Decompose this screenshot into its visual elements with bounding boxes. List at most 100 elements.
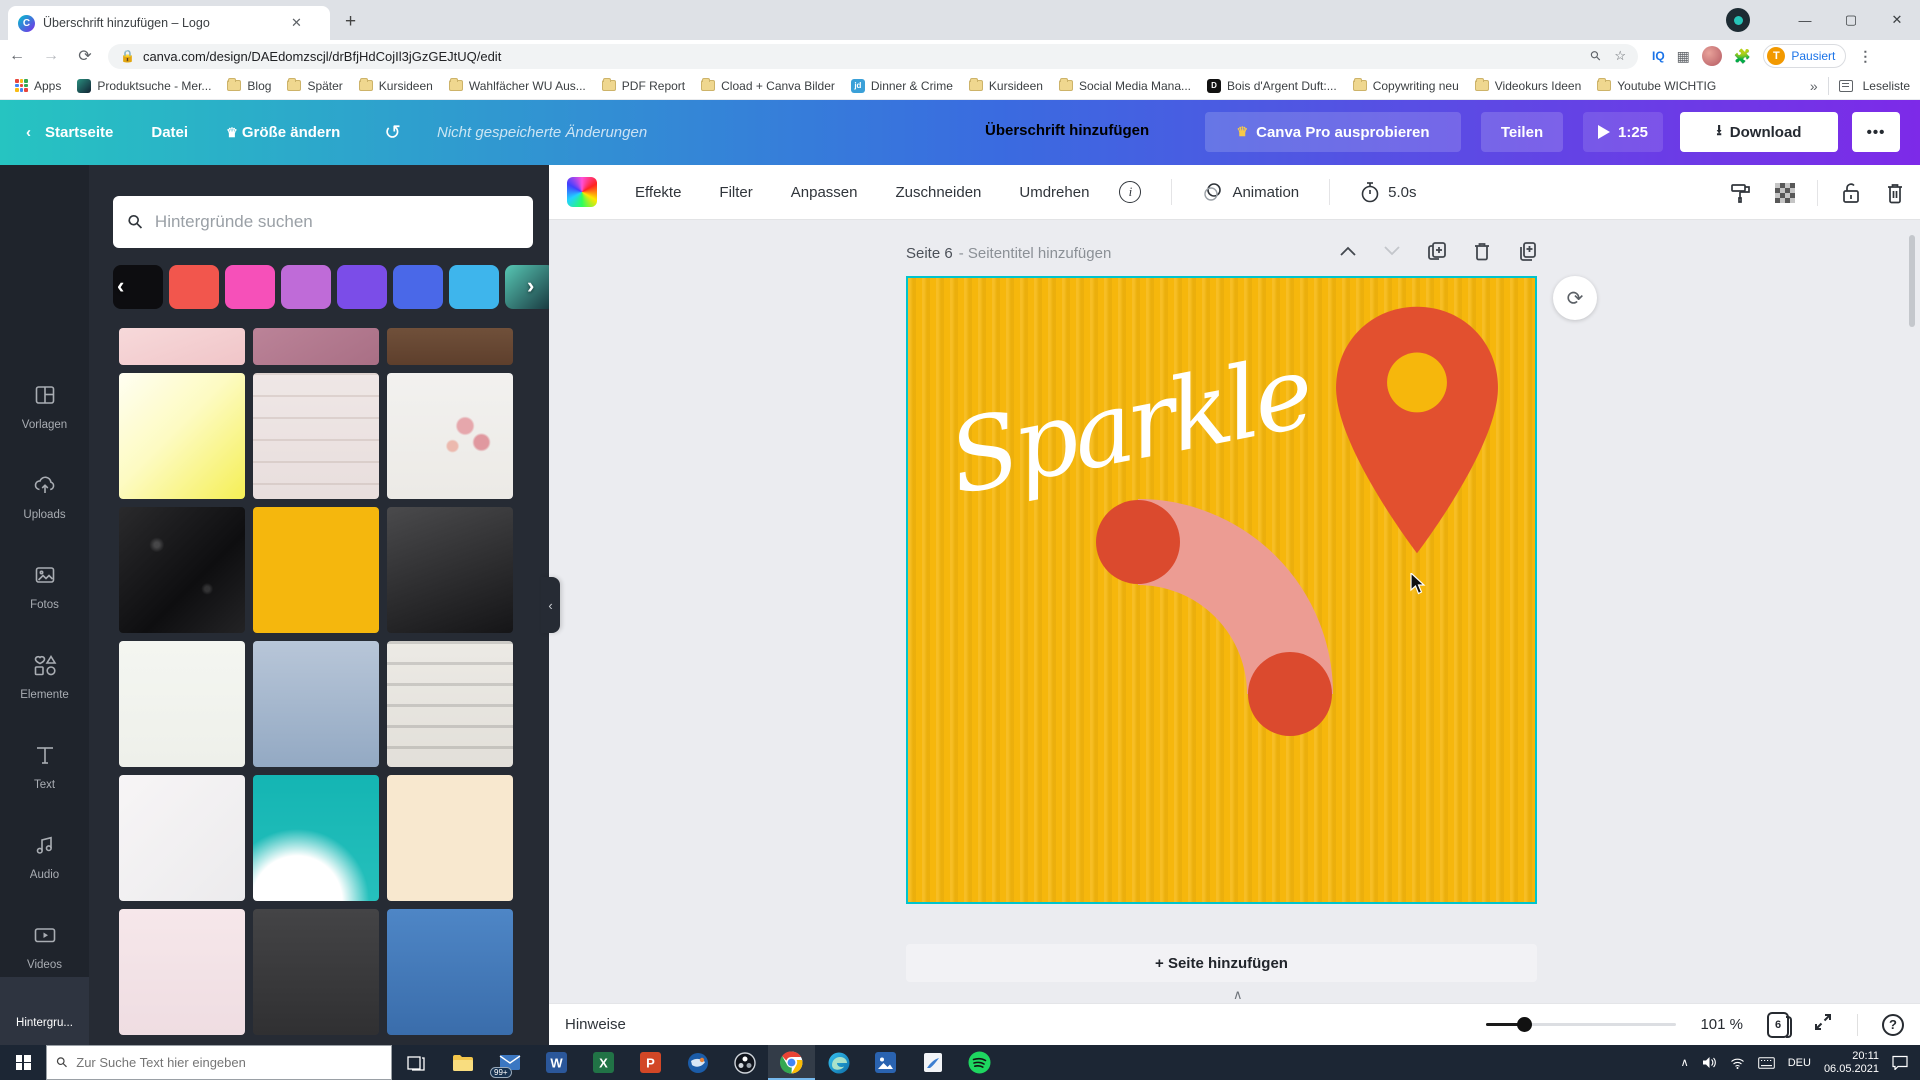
taskbar-clock[interactable]: 20:11 06.05.2021: [1824, 1050, 1879, 1076]
taskbar-app-excel[interactable]: X: [580, 1045, 627, 1080]
panel-collapse-handle[interactable]: ‹: [541, 577, 560, 633]
omnibox[interactable]: 🔒 canva.com/design/DAEdomzscjl/drBfjHdCo…: [108, 43, 1638, 69]
bookmark-item[interactable]: Videokurs Ideen: [1468, 76, 1589, 96]
bookmark-item[interactable]: Apps: [8, 76, 68, 96]
search-box[interactable]: ⚲: [113, 196, 533, 248]
toolbar-umdrehen[interactable]: Umdrehen: [1019, 184, 1089, 201]
back-icon[interactable]: ←: [0, 47, 34, 65]
sidebar-item-audio[interactable]: Audio: [0, 815, 89, 899]
color-swatch[interactable]: [225, 265, 275, 309]
design-canvas-page[interactable]: Sparkle: [906, 276, 1537, 904]
swatch-scroll-right-icon[interactable]: ›: [527, 273, 534, 299]
bg-dark-gradient[interactable]: [387, 507, 513, 633]
window-close-button[interactable]: ✕: [1874, 0, 1920, 40]
help-icon[interactable]: ?: [1882, 1013, 1904, 1036]
page-count-badge[interactable]: 6: [1767, 1011, 1792, 1038]
bookmark-item[interactable]: Social Media Mana...: [1052, 76, 1198, 96]
taskbar-app-chrome[interactable]: [768, 1045, 815, 1080]
taskbar-app-obs[interactable]: [721, 1045, 768, 1080]
move-page-down-icon[interactable]: [1383, 244, 1401, 262]
undo-icon[interactable]: ↺: [384, 120, 401, 145]
lock-icon[interactable]: [1840, 181, 1862, 205]
wifi-icon[interactable]: [1730, 1057, 1745, 1069]
info-button[interactable]: i: [1119, 181, 1142, 203]
trash-icon[interactable]: [1884, 181, 1906, 205]
bookmark-item[interactable]: Youtube WICHTIG: [1590, 76, 1723, 96]
collapse-panel-chevron-icon[interactable]: ∧: [1233, 987, 1243, 1003]
taskbar-app-task-view[interactable]: [392, 1045, 439, 1080]
notification-icon[interactable]: [1892, 1055, 1908, 1070]
grid-extension-icon[interactable]: ▦: [1677, 48, 1690, 65]
taskbar-app-spotify[interactable]: [956, 1045, 1003, 1080]
browser-menu-icon[interactable]: ⋮: [1858, 48, 1872, 65]
bg-pink-winter[interactable]: [119, 909, 245, 1035]
color-swatch[interactable]: [281, 265, 331, 309]
bg-charcoal[interactable]: [253, 909, 379, 1035]
toolbar-effekte[interactable]: Effekte: [635, 184, 681, 201]
recorder-icon[interactable]: [1726, 8, 1750, 32]
reload-icon[interactable]: ⟳: [68, 46, 102, 66]
canva-pro-button[interactable]: ♛ Canva Pro ausprobieren: [1205, 112, 1461, 152]
url-text[interactable]: canva.com/design/DAEdomzscjl/drBfjHdCojI…: [143, 49, 501, 64]
bg-soft-pink[interactable]: [119, 328, 245, 365]
canvas-scrollbar[interactable]: [1909, 235, 1915, 327]
new-tab-button[interactable]: +: [345, 11, 356, 33]
duration-button[interactable]: 5.0s: [1360, 181, 1417, 203]
bg-white-panels[interactable]: [119, 641, 245, 767]
bookmark-item[interactable]: Blog: [220, 76, 278, 96]
share-button[interactable]: Teilen: [1481, 112, 1563, 152]
bg-black-marble[interactable]: [119, 507, 245, 633]
fullscreen-icon[interactable]: [1813, 1012, 1833, 1037]
header-more-button[interactable]: •••: [1852, 112, 1900, 152]
bookmark-star-icon[interactable]: ☆: [1614, 48, 1626, 64]
bg-teal-cloud[interactable]: [253, 775, 379, 901]
page-subtitle[interactable]: - Seitentitel hinzufügen: [959, 245, 1112, 262]
taskbar-search[interactable]: ⚲: [46, 1045, 392, 1080]
page-title[interactable]: Seite 6: [906, 245, 953, 262]
tab-close-icon[interactable]: ✕: [291, 15, 302, 31]
bg-golden-yellow[interactable]: [253, 507, 379, 633]
sidebar-item-text[interactable]: Text: [0, 725, 89, 809]
taskbar-app-photo-viewer[interactable]: [909, 1045, 956, 1080]
background-color-picker[interactable]: [567, 177, 597, 207]
play-button[interactable]: 1:25: [1583, 112, 1663, 152]
zoom-slider-thumb[interactable]: [1517, 1017, 1533, 1032]
color-swatch[interactable]: [337, 265, 387, 309]
bookmark-item[interactable]: Copywriting neu: [1346, 76, 1466, 96]
bg-brown-wood[interactable]: [387, 328, 513, 365]
bookmark-item[interactable]: Kursideen: [352, 76, 440, 96]
zoom-page-icon[interactable]: ⚲: [1587, 47, 1605, 65]
taskbar-app-edge[interactable]: [815, 1045, 862, 1080]
padlock-icon[interactable]: 🔒: [120, 49, 135, 63]
sidebar-item-elemente[interactable]: Elemente: [0, 635, 89, 719]
bookmark-item[interactable]: D Bois d'Argent Duft:...: [1200, 76, 1344, 96]
taskbar-search-input[interactable]: [76, 1055, 357, 1070]
bookmark-item[interactable]: PDF Report: [595, 76, 692, 96]
resize-menu[interactable]: ♛ Größe ändern: [226, 124, 340, 141]
hinweise-label[interactable]: Hinweise: [565, 1016, 626, 1033]
move-page-up-icon[interactable]: [1339, 244, 1357, 262]
color-swatch[interactable]: [169, 265, 219, 309]
pink-arc-shape[interactable]: [1058, 458, 1358, 758]
bookmark-item[interactable]: Kursideen: [962, 76, 1050, 96]
bookmark-item[interactable]: Produktsuche - Mer...: [70, 76, 218, 96]
animation-button[interactable]: Animation: [1202, 181, 1299, 203]
design-title[interactable]: Überschrift hinzufügen: [985, 122, 1149, 139]
zoom-slider[interactable]: [1486, 1017, 1677, 1032]
tray-chevron-icon[interactable]: ∧: [1681, 1056, 1689, 1069]
bg-dried-flowers[interactable]: [253, 373, 379, 499]
bg-yellow-gradient[interactable]: [119, 373, 245, 499]
bg-white-marble[interactable]: [119, 775, 245, 901]
toolbar-anpassen[interactable]: Anpassen: [791, 184, 858, 201]
sync-button[interactable]: ⟳: [1553, 276, 1597, 320]
sidebar-item-uploads[interactable]: Uploads: [0, 455, 89, 539]
window-maximize-button[interactable]: ▢: [1828, 0, 1874, 40]
taskbar-app-thunderbird[interactable]: [674, 1045, 721, 1080]
window-minimize-button[interactable]: —: [1782, 0, 1828, 40]
volume-icon[interactable]: [1702, 1056, 1717, 1069]
home-button[interactable]: ‹ Startseite: [26, 124, 113, 141]
browser-tab[interactable]: C Überschrift hinzufügen – Logo ✕: [8, 6, 330, 40]
delete-page-icon[interactable]: [1473, 241, 1491, 266]
transparency-icon[interactable]: [1775, 182, 1795, 203]
bg-mauve-branch[interactable]: [253, 328, 379, 365]
